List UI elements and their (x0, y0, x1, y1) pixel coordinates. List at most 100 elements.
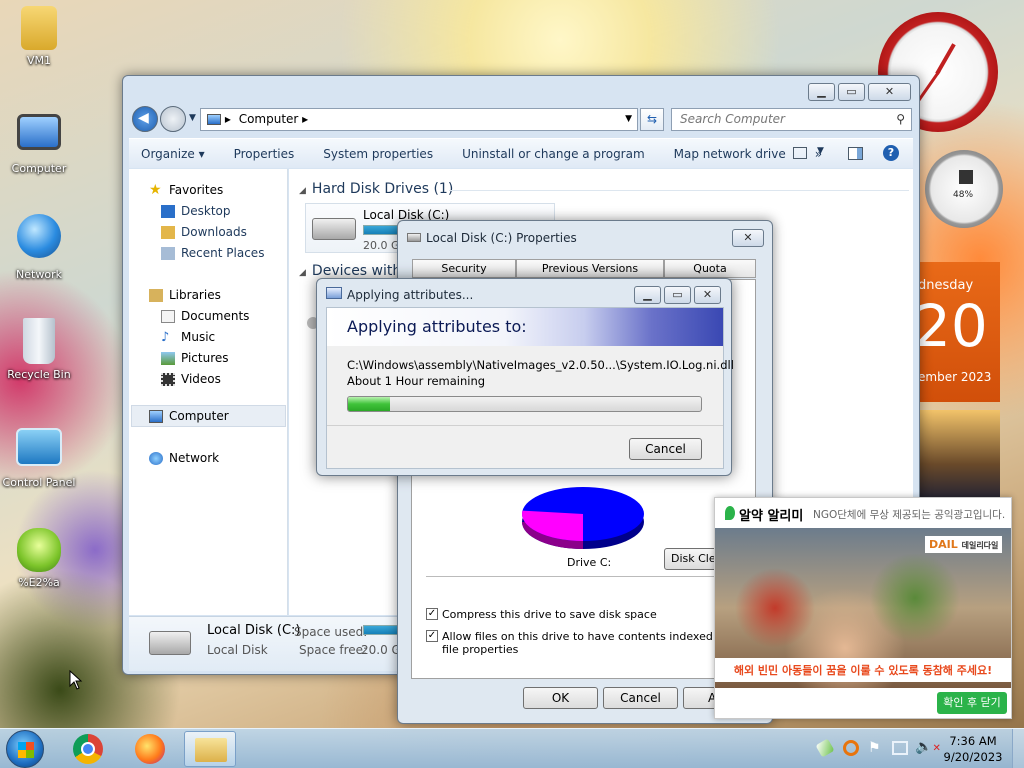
help-icon[interactable]: ? (883, 145, 899, 161)
group-devices[interactable]: ◢ Devices with (299, 263, 401, 279)
tray-flag-icon[interactable]: ⚑ (868, 740, 881, 756)
nav-videos[interactable]: Videos (161, 372, 221, 386)
ad-title: 알약 알리미 (739, 509, 804, 524)
address-bar[interactable]: ▸ Computer ▸ ▼ (200, 108, 638, 131)
desktop-icon (161, 204, 175, 218)
pictures-icon (161, 351, 175, 365)
taskbar-explorer[interactable] (184, 731, 236, 767)
tray-pen-icon[interactable] (815, 738, 835, 758)
maximize-button[interactable]: ▭ (664, 286, 691, 304)
control-panel-icon (16, 428, 62, 466)
desktop-icon-vm1[interactable]: VM1 (0, 6, 79, 67)
tray-clock[interactable]: 7:36 AM 9/20/2023 (940, 733, 1006, 765)
forward-button[interactable] (160, 106, 186, 132)
button-area-divider (327, 425, 723, 426)
nav-network[interactable]: Network (149, 451, 219, 465)
ad-close-button[interactable]: 확인 후 닫기 (937, 692, 1007, 714)
tray-network-icon[interactable] (892, 741, 908, 755)
nav-documents[interactable]: Documents (161, 309, 249, 323)
breadcrumb-separator: ▸ (302, 112, 309, 126)
drive-title-icon (407, 233, 421, 242)
ok-button[interactable]: OK (523, 687, 598, 709)
ad-banner-text: 해외 빈민 아동들이 꿈을 이룰 수 있도록 동참해 주세요! (715, 658, 1011, 682)
start-button[interactable] (6, 730, 44, 768)
recent-pages-dropdown[interactable]: ▼ (189, 113, 196, 123)
applying-title: Applying attributes... (347, 288, 474, 302)
nav-libraries[interactable]: Libraries (149, 288, 221, 302)
compress-label: Compress this drive to save disk space (442, 608, 657, 621)
organize-button[interactable]: Organize ▾ (141, 147, 205, 161)
preview-pane-icon[interactable] (848, 147, 863, 160)
group-hard-disk-drives[interactable]: ◢ Hard Disk Drives (1) (299, 181, 453, 197)
desktop-icon-label: Recycle Bin (7, 368, 71, 381)
slideshow-gadget[interactable] (918, 410, 1000, 500)
desktop-icon-computer[interactable]: Computer (0, 114, 79, 175)
nav-desktop[interactable]: Desktop (161, 204, 231, 218)
minimize-button[interactable]: ▁ (808, 83, 835, 101)
nav-recent-places[interactable]: Recent Places (161, 246, 264, 260)
frog-app-icon (17, 528, 61, 572)
drive-large-icon (149, 631, 191, 655)
nav-pictures[interactable]: Pictures (161, 351, 229, 365)
taskbar-chrome[interactable] (62, 731, 114, 767)
taskbar-firefox[interactable] (124, 731, 176, 767)
cpu-meter-gadget[interactable]: 48% (925, 150, 1003, 228)
show-desktop-button[interactable] (1012, 729, 1024, 768)
back-arrow-icon: ◀ (138, 110, 149, 126)
tray-search-icon[interactable] (843, 740, 859, 756)
uninstall-program-button[interactable]: Uninstall or change a program (462, 147, 645, 161)
tray-volume-icon[interactable]: 🔈✕ (915, 739, 941, 755)
tab-previous-versions[interactable]: Previous Versions (516, 259, 664, 278)
folder-icon (195, 738, 227, 762)
desktop-icon-shortcut[interactable]: %E2%a (0, 528, 79, 589)
desktop-icon-recycle-bin[interactable]: Recycle Bin (0, 318, 79, 381)
applying-attributes-dialog[interactable]: Applying attributes... ▁ ▭ ✕ Applying at… (316, 278, 734, 476)
ad-popup[interactable]: 알약 알리미 NGO단체에 무상 제공되는 공익광고입니다. DAIL 데일리다… (714, 497, 1012, 719)
map-network-drive-button[interactable]: Map network drive (674, 147, 786, 161)
desktop-icon-network[interactable]: Network (0, 214, 79, 281)
properties-button[interactable]: Properties (234, 147, 295, 161)
cancel-button[interactable]: Cancel (603, 687, 678, 709)
pie-top (522, 487, 644, 541)
nav-computer[interactable]: Computer (149, 409, 229, 423)
computer-icon (149, 409, 163, 423)
ad-image[interactable]: DAIL 데일리다일 해외 빈민 아동들이 꿈을 이룰 수 있도록 동참해 주세… (715, 528, 1011, 688)
index-label-line1: Allow files on this drive to have conten… (442, 630, 756, 643)
maximize-button[interactable]: ▭ (838, 83, 865, 101)
calendar-gadget[interactable]: dnesday 20 ember 2023 (914, 262, 1000, 402)
view-dropdown-icon[interactable]: ▼ (817, 146, 824, 156)
collapse-arrow-icon: ◢ (299, 186, 306, 196)
close-button[interactable]: ✕ (694, 286, 721, 304)
group-divider (449, 190, 909, 191)
tab-security[interactable]: Security (412, 259, 516, 278)
disk-usage-pie (522, 487, 644, 549)
nav-downloads[interactable]: Downloads (161, 225, 247, 239)
nav-favorites[interactable]: ★ Favorites (149, 183, 223, 198)
taskbar: ⚑ 🔈✕ 7:36 AM 9/20/2023 (0, 728, 1024, 768)
address-dropdown-icon[interactable]: ▼ (625, 109, 632, 130)
search-input[interactable]: Search Computer ⚲ (671, 108, 912, 131)
applying-cancel-button[interactable]: Cancel (629, 438, 702, 460)
nav-music[interactable]: ♪ Music (161, 330, 215, 344)
ad-subtitle: NGO단체에 무상 제공되는 공익광고입니다. (813, 509, 1006, 521)
desktop-icon-label: Control Panel (2, 476, 76, 489)
system-properties-button[interactable]: System properties (323, 147, 433, 161)
network-icon (149, 451, 163, 465)
hard-drive-icon (312, 218, 356, 240)
change-view-icon[interactable] (793, 147, 807, 159)
index-label-line2: file properties (442, 643, 519, 656)
index-checkbox[interactable]: ✓ (426, 630, 438, 642)
refresh-button[interactable]: ⇆ (640, 108, 664, 131)
music-icon: ♪ (161, 329, 170, 345)
desktop-icon-control-panel[interactable]: Control Panel (0, 428, 79, 489)
breadcrumb-computer[interactable]: Computer (239, 112, 299, 126)
properties-close-button[interactable]: ✕ (732, 229, 764, 247)
tab-quota[interactable]: Quota (664, 259, 756, 278)
computer-icon (17, 114, 61, 150)
back-button[interactable]: ◀ (132, 106, 158, 132)
search-placeholder: Search Computer (680, 112, 785, 126)
minimize-button[interactable]: ▁ (634, 286, 661, 304)
close-button[interactable]: ✕ (868, 83, 911, 101)
collapse-arrow-icon: ◢ (299, 268, 306, 278)
compress-checkbox[interactable]: ✓ (426, 608, 438, 620)
